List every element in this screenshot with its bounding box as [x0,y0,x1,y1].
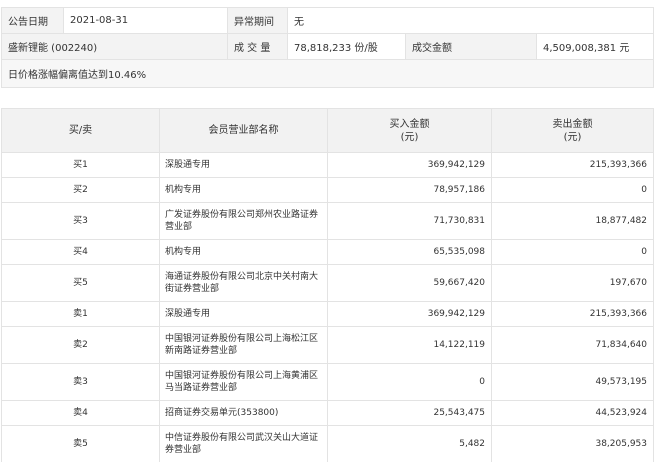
amount-label: 成交金额 [405,33,537,60]
row-side: 卖2 [1,326,160,364]
volume-label: 成 交 量 [227,33,288,60]
abnormal-period-label: 异常期间 [227,7,288,34]
table-row: 卖3 中国银河证券股份有限公司上海黄浦区马当路证券营业部 0 49,573,19… [1,363,654,401]
header-buy-title: 买入金额 [389,118,430,130]
row-member: 中信证券股份有限公司武汉关山大道证券营业部 [159,425,328,462]
info-row-date: 公告日期 2021-08-31 异常期间 无 [1,7,655,34]
row-buy-amount: 65,535,098 [327,239,492,265]
row-sell-amount: 38,205,953 [491,425,654,462]
row-sell-amount: 18,877,482 [491,202,654,240]
row-sell-amount: 215,393,366 [491,301,654,327]
header-buy-amount: 买入金额 (元) [327,108,492,153]
row-side: 买3 [1,202,160,240]
row-buy-amount: 369,942,129 [327,152,492,178]
row-member: 招商证券交易单元(353800) [159,400,328,426]
abnormal-period-value: 无 [286,7,655,34]
row-member: 机构专用 [159,239,328,265]
row-buy-amount: 369,942,129 [327,301,492,327]
abnormal-reason: 日价格涨幅偏离值达到10.46% [0,59,655,88]
row-sell-amount: 44,523,924 [491,400,654,426]
table-header-row: 买/卖 会员营业部名称 买入金额 (元) 卖出金额 (元) [1,108,654,153]
row-side: 买2 [1,177,160,203]
row-member: 深股通专用 [159,152,328,178]
row-side: 卖4 [1,400,160,426]
table-row: 买1 深股通专用 369,942,129 215,393,366 [1,152,654,178]
row-sell-amount: 0 [491,239,654,265]
table-row: 买5 海通证券股份有限公司北京中关村南大街证券营业部 59,667,420 19… [1,264,654,302]
row-member: 深股通专用 [159,301,328,327]
table-row: 卖2 中国银河证券股份有限公司上海松江区新南路证券营业部 14,122,119 … [1,326,654,364]
row-sell-amount: 49,573,195 [491,363,654,401]
announce-date-value: 2021-08-31 [63,7,228,34]
header-side: 买/卖 [1,108,160,153]
table-row: 买4 机构专用 65,535,098 0 [1,239,654,265]
table-row: 卖1 深股通专用 369,942,129 215,393,366 [1,301,654,327]
row-member: 中国银河证券股份有限公司上海黄浦区马当路证券营业部 [159,363,328,401]
row-buy-amount: 59,667,420 [327,264,492,302]
row-member: 机构专用 [159,177,328,203]
stock-name-code: 盛新锂能 (002240) [1,33,228,60]
info-row-trade: 盛新锂能 (002240) 成 交 量 78,818,233 份/股 成交金额 … [1,33,655,60]
header-buy-unit: (元) [400,131,419,143]
trading-detail-table: 买/卖 会员营业部名称 买入金额 (元) 卖出金额 (元) 买1 深股通专用 3… [1,108,654,462]
header-sell-amount: 卖出金额 (元) [491,108,654,153]
info-row-reason: 日价格涨幅偏离值达到10.46% [0,59,655,88]
volume-value: 78,818,233 份/股 [287,33,406,60]
row-side: 买4 [1,239,160,265]
row-buy-amount: 14,122,119 [327,326,492,364]
row-member: 广发证券股份有限公司郑州农业路证券营业部 [159,202,328,240]
row-buy-amount: 78,957,186 [327,177,492,203]
row-sell-amount: 71,834,640 [491,326,654,364]
table-row: 卖5 中信证券股份有限公司武汉关山大道证券营业部 5,482 38,205,95… [1,425,654,462]
row-member: 海通证券股份有限公司北京中关村南大街证券营业部 [159,264,328,302]
row-side: 卖1 [1,301,160,327]
row-side: 卖3 [1,363,160,401]
announcement-info-table: 公告日期 2021-08-31 异常期间 无 盛新锂能 (002240) 成 交… [0,7,655,88]
row-buy-amount: 25,543,475 [327,400,492,426]
row-sell-amount: 215,393,366 [491,152,654,178]
row-sell-amount: 197,670 [491,264,654,302]
row-buy-amount: 71,730,831 [327,202,492,240]
header-sell-title: 卖出金额 [552,118,593,130]
announce-date-label: 公告日期 [1,7,64,34]
table-row: 买2 机构专用 78,957,186 0 [1,177,654,203]
row-buy-amount: 0 [327,363,492,401]
header-member: 会员营业部名称 [159,108,328,153]
row-side: 买1 [1,152,160,178]
row-sell-amount: 0 [491,177,654,203]
table-row: 买3 广发证券股份有限公司郑州农业路证券营业部 71,730,831 18,87… [1,202,654,240]
table-row: 卖4 招商证券交易单元(353800) 25,543,475 44,523,92… [1,400,654,426]
row-side: 买5 [1,264,160,302]
header-sell-unit: (元) [563,131,582,143]
row-member: 中国银河证券股份有限公司上海松江区新南路证券营业部 [159,326,328,364]
row-buy-amount: 5,482 [327,425,492,462]
amount-value: 4,509,008,381 元 [535,33,655,60]
row-side: 卖5 [1,425,160,462]
